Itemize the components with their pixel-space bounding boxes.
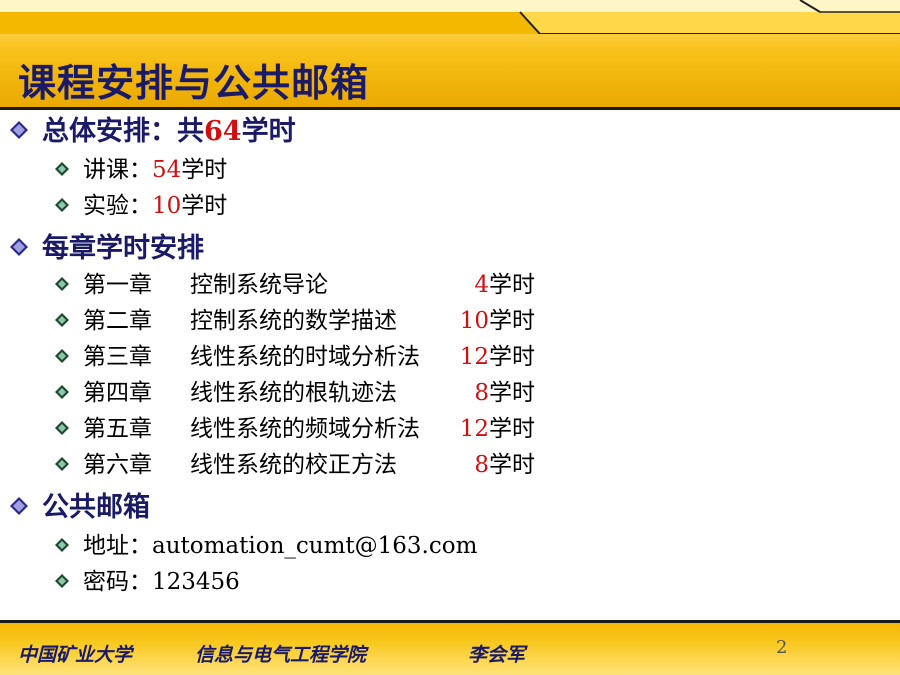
lab-hours-item: 实验：10学时 (83, 192, 227, 220)
chapter-row: 第三章 线性系统的时域分析法 12学时 (0, 343, 560, 371)
header-decoration (0, 0, 900, 34)
page-number: 2 (776, 637, 788, 658)
chapter-title: 线性系统的根轨迹法 (190, 380, 397, 406)
chapter-hours-value: 4 (474, 272, 489, 298)
chapter-hours-value: 8 (474, 380, 489, 406)
diamond-bullet-icon (10, 497, 28, 515)
section-chapters-heading: 每章学时安排 (42, 233, 204, 264)
chapter-row: 第四章 线性系统的根轨迹法 8学时 (0, 379, 560, 407)
chapter-row: 第五章 线性系统的频域分析法 12学时 (0, 415, 560, 443)
chapter-hours-unit: 学时 (489, 272, 535, 298)
chapter-title: 线性系统的时域分析法 (190, 344, 420, 370)
diamond-bullet-icon (55, 538, 69, 552)
chapter-hours-value: 12 (459, 416, 489, 442)
footer-author: 李会军 (468, 644, 526, 666)
chapter-hours-unit: 学时 (489, 344, 535, 370)
lab-hours: 10 (152, 193, 182, 219)
chapter-title: 控制系统导论 (190, 272, 328, 298)
chapter-hours: 12学时 (440, 343, 535, 371)
header-rule (0, 107, 900, 110)
password-value: 123456 (152, 569, 240, 595)
diamond-bullet-icon (10, 121, 28, 139)
lab-label: 实验： (83, 193, 152, 219)
chapter-number: 第三章 (83, 344, 152, 370)
section-total-suffix: 学时 (241, 116, 296, 147)
section-mailbox-heading: 公共邮箱 (42, 492, 150, 523)
chapter-title: 线性系统的校正方法 (190, 452, 397, 478)
mailbox-password-item: 密码：123456 (83, 568, 240, 596)
slide-title: 课程安排与公共邮箱 (18, 61, 370, 105)
email-address[interactable]: automation_cumt@163.com (152, 533, 477, 559)
section-total-heading: 总体安排：共64学时 (42, 117, 296, 147)
chapter-hours-unit: 学时 (489, 380, 535, 406)
slide-footer (0, 620, 900, 675)
lecture-hours: 54 (152, 157, 182, 183)
chapter-hours-value: 8 (474, 452, 489, 478)
chapter-row: 第二章 控制系统的数学描述 10学时 (0, 307, 560, 335)
lecture-label: 讲课： (83, 157, 152, 183)
chapter-number: 第二章 (83, 308, 152, 334)
footer-rule (0, 620, 900, 623)
mailbox-address-item: 地址：automation_cumt@163.com (83, 532, 477, 560)
chapter-number: 第五章 (83, 416, 152, 442)
address-label: 地址： (83, 533, 152, 559)
footer-university: 中国矿业大学 (18, 644, 133, 666)
lecture-unit: 学时 (181, 157, 228, 183)
chapter-number: 第四章 (83, 380, 152, 406)
footer-college: 信息与电气工程学院 (195, 644, 367, 666)
diamond-bullet-icon (55, 198, 69, 212)
chapter-hours: 4学时 (440, 271, 535, 299)
chapter-hours: 12学时 (440, 415, 535, 443)
chapter-title: 控制系统的数学描述 (190, 308, 397, 334)
lecture-hours-item: 讲课：54学时 (83, 156, 227, 184)
chapter-hours-value: 10 (459, 308, 489, 334)
chapter-hours-unit: 学时 (489, 308, 535, 334)
section-total-prefix: 总体安排：共 (42, 116, 204, 147)
chapter-title: 线性系统的频域分析法 (190, 416, 420, 442)
chapter-row: 第一章 控制系统导论 4学时 (0, 271, 560, 299)
chapter-hours: 8学时 (440, 451, 535, 479)
diamond-bullet-icon (10, 238, 28, 256)
chapter-hours-unit: 学时 (489, 452, 535, 478)
diamond-bullet-icon (55, 574, 69, 588)
chapter-row: 第六章 线性系统的校正方法 8学时 (0, 451, 560, 479)
chapter-hours-unit: 学时 (489, 416, 535, 442)
chapter-hours: 8学时 (440, 379, 535, 407)
password-label: 密码： (83, 569, 152, 595)
chapter-number: 第一章 (83, 272, 152, 298)
chapter-number: 第六章 (83, 452, 152, 478)
lab-unit: 学时 (181, 193, 228, 219)
chapter-hours: 10学时 (440, 307, 535, 335)
chapter-hours-value: 12 (459, 344, 489, 370)
section-total-hours: 64 (204, 116, 242, 147)
diamond-bullet-icon (55, 162, 69, 176)
